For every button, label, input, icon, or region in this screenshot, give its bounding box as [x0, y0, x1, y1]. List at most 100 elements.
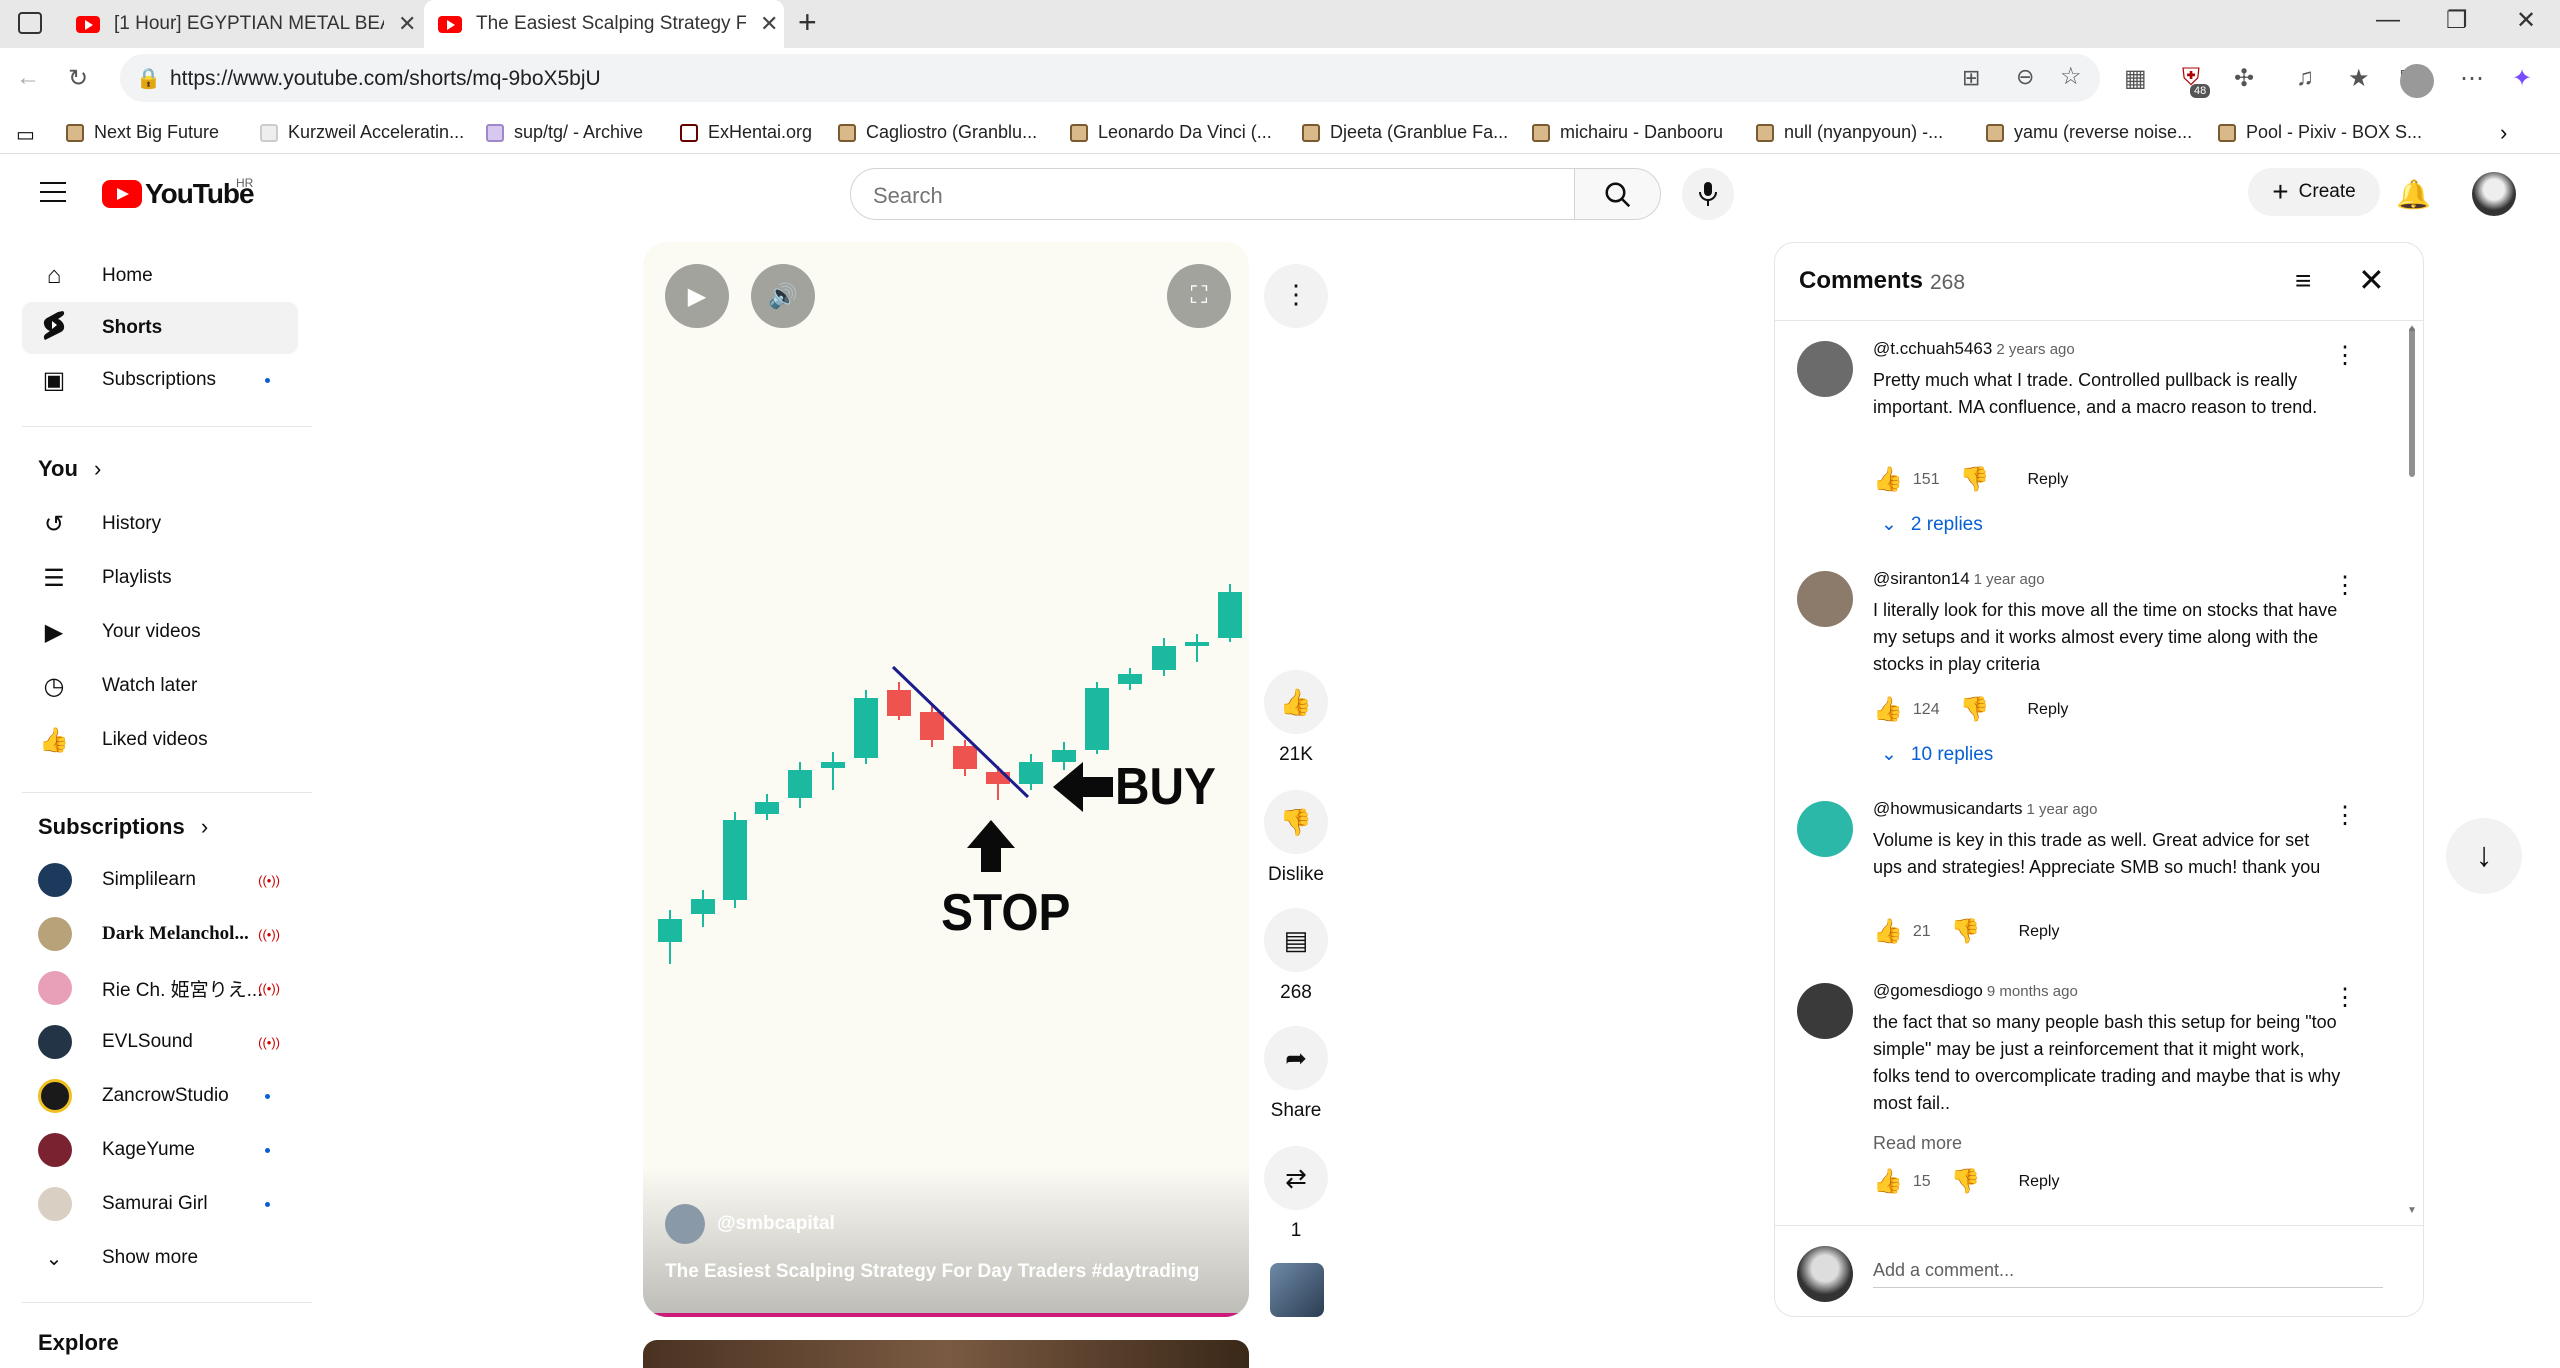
- subscription-channel[interactable]: KageYume: [22, 1124, 298, 1176]
- sidebar-item-home[interactable]: ⌂ Home: [22, 250, 298, 302]
- restore-icon[interactable]: ❐: [2446, 6, 2468, 35]
- progress-bar[interactable]: [643, 1313, 1249, 1317]
- add-comment-input[interactable]: Add a comment...: [1873, 1260, 2383, 1288]
- commenter-avatar[interactable]: [1797, 983, 1853, 1039]
- bookmark-item[interactable]: Pool - Pixiv - BOX S...: [2218, 122, 2422, 143]
- search-button[interactable]: [1575, 168, 1661, 220]
- bookmark-item[interactable]: michairu - Danbooru: [1532, 122, 1723, 143]
- back-icon[interactable]: ←: [16, 64, 40, 92]
- like-button[interactable]: 👍 21K: [1264, 670, 1328, 766]
- comment-more-icon[interactable]: ⋮: [2333, 801, 2357, 830]
- shorts-player[interactable]: BUY STOP ▶ 🔊 ⛶ @smbcapital The Easiest S…: [643, 242, 1249, 1317]
- tab-close-icon[interactable]: ✕: [760, 11, 778, 37]
- reload-icon[interactable]: ↻: [68, 64, 88, 93]
- bookmark-item[interactable]: sup/tg/ - Archive: [486, 122, 643, 143]
- sidebar-item-shorts[interactable]: Shorts: [22, 302, 298, 354]
- next-short-preview[interactable]: [643, 1340, 1249, 1368]
- app-available-icon[interactable]: ⊞: [1962, 65, 1980, 91]
- extensions-puzzle-icon[interactable]: ✣: [2234, 64, 2254, 93]
- view-replies-button[interactable]: ⌄ 10 replies: [1873, 743, 1993, 766]
- bookmark-item[interactable]: Next Big Future: [66, 122, 219, 143]
- sidebar-item-history[interactable]: ↺ History: [22, 498, 298, 550]
- qr-code-icon[interactable]: ▦: [2124, 64, 2147, 93]
- subscriptions-heading[interactable]: Subscriptions ›: [38, 814, 208, 840]
- search-input[interactable]: Search: [850, 168, 1575, 220]
- account-avatar[interactable]: [2472, 172, 2516, 216]
- address-bar[interactable]: 🔒 https://www.youtube.com/shorts/mq-9boX…: [120, 54, 2100, 102]
- more-options-icon[interactable]: ⋮: [1264, 264, 1328, 328]
- remix-button[interactable]: ⇄ 1: [1264, 1146, 1328, 1242]
- sidebar-item-watch-later[interactable]: ◷ Watch later: [22, 660, 298, 712]
- dislike-icon[interactable]: 👎: [1960, 695, 1990, 724]
- youtube-logo[interactable]: YouTube: [102, 178, 255, 210]
- like-icon[interactable]: 👍: [1873, 695, 1903, 724]
- bookmark-item[interactable]: yamu (reverse noise...: [1986, 122, 2192, 143]
- scroll-down-icon[interactable]: ▼: [2407, 1205, 2417, 1216]
- bookmark-item[interactable]: Cagliostro (Granblu...: [838, 122, 1037, 143]
- share-button[interactable]: ➦ Share: [1264, 1026, 1328, 1122]
- zoom-icon[interactable]: ⊖: [2016, 64, 2034, 90]
- view-replies-button[interactable]: ⌄ 2 replies: [1873, 513, 1983, 536]
- notifications-bell-icon[interactable]: 🔔: [2396, 178, 2431, 211]
- like-icon[interactable]: 👍: [1873, 1167, 1903, 1196]
- sidebar-item-your-videos[interactable]: ▶ Your videos: [22, 606, 298, 658]
- comment-author[interactable]: @t.cchuah5463: [1873, 339, 1992, 358]
- close-icon[interactable]: ✕: [2358, 261, 2385, 299]
- play-button[interactable]: ▶: [665, 264, 729, 328]
- comment-time[interactable]: 1 year ago: [2027, 801, 2098, 818]
- dislike-icon[interactable]: 👎: [1951, 1167, 1981, 1196]
- tab-close-icon[interactable]: ✕: [398, 11, 416, 37]
- subscription-channel[interactable]: Simplilearn ((•)): [22, 854, 298, 906]
- bookmark-item[interactable]: Djeeta (Granblue Fa...: [1302, 122, 1508, 143]
- reply-button[interactable]: Reply: [2027, 471, 2068, 489]
- browser-tab[interactable]: [1 Hour] EGYPTIAN METAL BEATS ✕: [62, 0, 422, 48]
- you-heading[interactable]: You ›: [38, 456, 101, 482]
- volume-button[interactable]: 🔊: [751, 264, 815, 328]
- comment-author[interactable]: @howmusicandarts: [1873, 799, 2023, 818]
- voice-search-button[interactable]: [1682, 168, 1734, 220]
- new-tab-button[interactable]: +: [798, 4, 817, 41]
- channel-link[interactable]: @smbcapital: [665, 1204, 835, 1244]
- like-icon[interactable]: 👍: [1873, 917, 1903, 946]
- show-more-button[interactable]: ⌄ Show more: [22, 1232, 298, 1284]
- bookmark-item[interactable]: null (nyanpyoun) -...: [1756, 122, 1943, 143]
- comment-more-icon[interactable]: ⋮: [2333, 341, 2357, 370]
- sidebar-item-subscriptions[interactable]: ▣ Subscriptions: [22, 354, 298, 406]
- hashtag-link[interactable]: #daytrading: [1092, 1261, 1200, 1282]
- short-title[interactable]: The Easiest Scalping Strategy For Day Tr…: [665, 1261, 1199, 1283]
- comment-time[interactable]: 2 years ago: [1996, 341, 2074, 358]
- tab-actions-icon[interactable]: [18, 12, 42, 34]
- dislike-icon[interactable]: 👎: [1951, 917, 1981, 946]
- comment-more-icon[interactable]: ⋮: [2333, 983, 2357, 1012]
- profile-avatar[interactable]: [2400, 64, 2434, 98]
- commenter-avatar[interactable]: [1797, 341, 1853, 397]
- commenter-avatar[interactable]: [1797, 801, 1853, 857]
- sound-thumbnail[interactable]: [1270, 1263, 1324, 1317]
- browser-tab-active[interactable]: The Easiest Scalping Strategy For ✕: [424, 0, 784, 48]
- browser-menu-icon[interactable]: ⋯: [2460, 64, 2484, 93]
- bookmark-item[interactable]: ExHentai.org: [680, 122, 812, 143]
- bookmark-item[interactable]: Kurzweil Acceleratin...: [260, 122, 464, 143]
- chevron-right-icon[interactable]: ›: [2500, 120, 2507, 146]
- subscription-channel[interactable]: EVLSound ((•)): [22, 1016, 298, 1068]
- subscription-channel[interactable]: Dark Melanchol... ((•)): [22, 908, 298, 960]
- fullscreen-button[interactable]: ⛶: [1167, 264, 1231, 328]
- copilot-icon[interactable]: ✦: [2512, 64, 2532, 93]
- sort-icon[interactable]: ≡: [2295, 265, 2311, 297]
- comment-more-icon[interactable]: ⋮: [2333, 571, 2357, 600]
- subscription-channel[interactable]: Samurai Girl: [22, 1178, 298, 1230]
- sidebar-item-playlists[interactable]: ☰ Playlists: [22, 552, 298, 604]
- like-icon[interactable]: 👍: [1873, 465, 1903, 494]
- favorites-icon[interactable]: ★: [2348, 64, 2370, 93]
- scroll-up-icon[interactable]: ▲: [2407, 323, 2417, 334]
- read-more-button[interactable]: Read more: [1873, 1133, 1962, 1154]
- read-aloud-icon[interactable]: ♫: [2296, 64, 2314, 92]
- subscription-channel[interactable]: ZancrowStudio: [22, 1070, 298, 1122]
- comments-button[interactable]: ▤ 268: [1264, 908, 1328, 1004]
- menu-icon[interactable]: [40, 182, 66, 202]
- reading-list-icon[interactable]: ▭: [16, 122, 35, 147]
- next-short-button[interactable]: ↓: [2446, 818, 2522, 894]
- subscription-channel[interactable]: Rie Ch. 姫宮りえ... ((•)): [22, 962, 298, 1014]
- bookmark-item[interactable]: Leonardo Da Vinci (...: [1070, 122, 1272, 143]
- comment-time[interactable]: 9 months ago: [1987, 983, 2078, 1000]
